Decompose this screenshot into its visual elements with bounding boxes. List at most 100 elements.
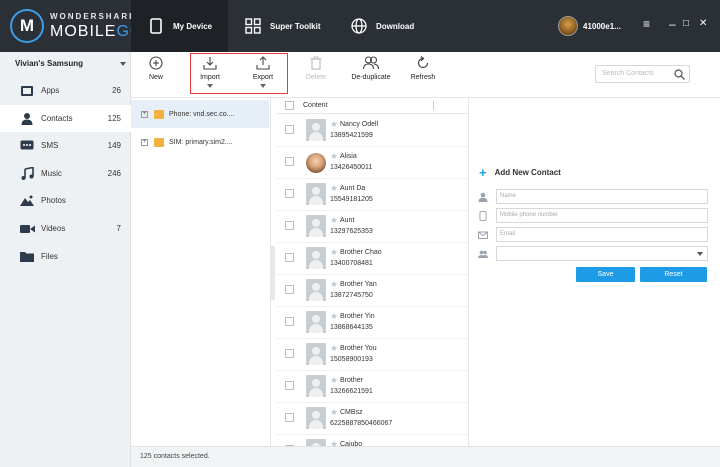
- close-icon[interactable]: ✕: [699, 18, 707, 30]
- sidebar-item-apps[interactable]: Apps 26: [0, 77, 131, 104]
- group-icon: [478, 250, 488, 258]
- row-checkbox[interactable]: [285, 349, 294, 358]
- star-icon[interactable]: ★: [330, 279, 338, 290]
- source-label: Phone: vnd.sec.co....: [169, 110, 235, 118]
- star-icon[interactable]: ★: [330, 343, 338, 354]
- tab-download-label: Download: [376, 21, 415, 31]
- contact-name: Aunt Da: [340, 185, 366, 192]
- star-icon[interactable]: ★: [330, 439, 338, 446]
- device-name[interactable]: Vivian's Samsung: [15, 59, 83, 68]
- star-icon[interactable]: ★: [330, 183, 338, 194]
- search-input[interactable]: Search Contacts: [595, 65, 690, 83]
- list-item[interactable]: ★ Brother Yin 13868644135: [276, 307, 468, 339]
- expand-icon[interactable]: +: [141, 138, 148, 146]
- trash-icon: [310, 56, 322, 70]
- row-checkbox[interactable]: [285, 413, 294, 422]
- sidebar-item-photos[interactable]: Photos: [0, 187, 131, 214]
- star-icon[interactable]: ★: [330, 119, 338, 130]
- star-icon[interactable]: ★: [330, 311, 338, 322]
- row-checkbox[interactable]: [285, 189, 294, 198]
- new-button[interactable]: New: [131, 56, 181, 81]
- tab-my-device[interactable]: My Device: [131, 0, 228, 52]
- source-item-sim[interactable]: + SIM: primary.sim2....: [131, 128, 269, 156]
- contact-avatar: [306, 183, 326, 205]
- sidebar-item-label: Music: [41, 169, 62, 178]
- expand-icon[interactable]: +: [141, 110, 148, 118]
- folder-icon: [154, 109, 164, 119]
- list-item[interactable]: ★ Alisia 13426450011: [276, 147, 468, 179]
- refresh-button[interactable]: Refresh: [398, 56, 448, 81]
- brand-top: WONDERSHARE: [50, 11, 137, 21]
- row-checkbox[interactable]: [285, 317, 294, 326]
- sidebar-item-music[interactable]: Music 246: [0, 160, 131, 187]
- select-all-checkbox[interactable]: [285, 101, 294, 110]
- delete-button[interactable]: Delete: [291, 56, 341, 81]
- list-item[interactable]: ★Caiubo13990077220: [276, 435, 468, 446]
- status-bar: 125 contacts selected.: [131, 446, 720, 467]
- phone-icon: [150, 18, 162, 34]
- maximize-icon[interactable]: □: [683, 18, 689, 30]
- row-checkbox[interactable]: [285, 221, 294, 230]
- contact-avatar: [306, 343, 326, 365]
- folder-icon: [154, 137, 164, 147]
- deduplicate-button[interactable]: De-duplicate: [344, 56, 398, 81]
- star-icon[interactable]: ★: [330, 151, 338, 162]
- tab-download[interactable]: Download: [334, 0, 434, 52]
- list-item[interactable]: ★ Aunt 13297625353: [276, 211, 468, 243]
- tab-super-toolkit-label: Super Toolkit: [270, 21, 321, 31]
- title-bar: M WONDERSHARE MOBILEGO My Device Super T…: [0, 0, 720, 52]
- list-item[interactable]: ★ CMBsz 6225887850466067: [276, 403, 468, 435]
- grid-icon: [245, 18, 261, 34]
- sidebar-item-count: 125: [107, 114, 121, 123]
- source-label: SIM: primary.sim2....: [169, 138, 233, 146]
- star-icon[interactable]: ★: [330, 375, 338, 386]
- name-field[interactable]: Name: [496, 189, 708, 204]
- globe-icon: [351, 18, 367, 34]
- chevron-down-icon[interactable]: [120, 62, 126, 66]
- row-checkbox[interactable]: [285, 253, 294, 262]
- menu-icon[interactable]: ≡: [643, 18, 650, 30]
- save-button[interactable]: Save: [576, 267, 635, 282]
- sidebar-item-count: 7: [116, 224, 121, 233]
- list-item[interactable]: ★ Nancy Odell 13895421599: [276, 115, 468, 147]
- photos-icon: [19, 194, 35, 208]
- sidebar-item-videos[interactable]: Videos 7: [0, 215, 131, 242]
- name-placeholder: Name: [500, 193, 517, 199]
- search-icon[interactable]: [674, 69, 685, 80]
- tab-super-toolkit[interactable]: Super Toolkit: [228, 0, 334, 52]
- sms-icon: [19, 139, 35, 153]
- email-field[interactable]: Email: [496, 227, 708, 242]
- phone-field[interactable]: Mobile phone number: [496, 208, 708, 223]
- panel-splitter[interactable]: [271, 246, 275, 300]
- star-icon[interactable]: ★: [330, 215, 338, 226]
- list-item[interactable]: ★ Brother You 15058900193: [276, 339, 468, 371]
- contact-phone: 13872745750: [330, 292, 373, 299]
- row-checkbox[interactable]: [285, 157, 294, 166]
- contact-phone: 13400708481: [330, 260, 373, 267]
- sidebar-item-count: 26: [112, 86, 121, 95]
- sidebar-item-sms[interactable]: SMS 149: [0, 132, 131, 159]
- deduplicate-icon: [363, 56, 379, 70]
- email-icon: [478, 231, 488, 239]
- star-icon[interactable]: ★: [330, 407, 338, 418]
- list-item[interactable]: ★ Brother Yan 13872745750: [276, 275, 468, 307]
- minimize-icon[interactable]: –: [669, 18, 676, 30]
- list-item[interactable]: ★ Brother 13266621591: [276, 371, 468, 403]
- row-checkbox[interactable]: [285, 381, 294, 390]
- column-divider: [433, 101, 434, 110]
- list-item[interactable]: ★ Brother Chao 13400708481: [276, 243, 468, 275]
- star-icon[interactable]: ★: [330, 247, 338, 258]
- source-item-phone[interactable]: + Phone: vnd.sec.co....: [131, 100, 269, 128]
- reset-button[interactable]: Reset: [640, 267, 707, 282]
- account-menu[interactable]: 41000e1...: [558, 16, 621, 36]
- row-checkbox[interactable]: [285, 285, 294, 294]
- contact-avatar: [306, 153, 326, 173]
- sidebar-item-contacts[interactable]: Contacts 125: [0, 105, 131, 132]
- sidebar-item-files[interactable]: Files: [0, 243, 131, 270]
- account-name: 41000e1...: [583, 21, 621, 31]
- group-select[interactable]: [496, 246, 708, 261]
- contact-avatar: [306, 119, 326, 141]
- list-item[interactable]: ★ Aunt Da 15549181205: [276, 179, 468, 211]
- row-checkbox[interactable]: [285, 125, 294, 134]
- contact-name: Brother You: [340, 345, 377, 352]
